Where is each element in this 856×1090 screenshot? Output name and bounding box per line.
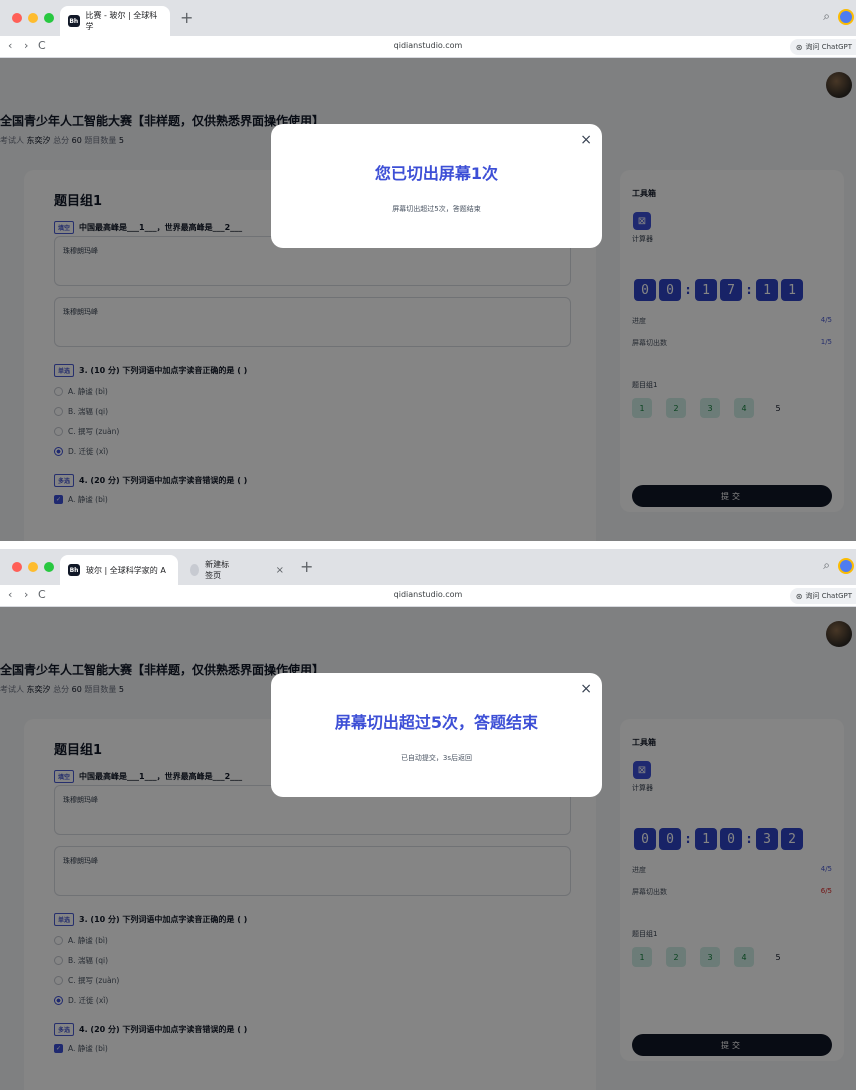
close-icon[interactable]: × — [580, 681, 592, 697]
site-favicon-icon: Bh — [68, 564, 80, 576]
tab-label: 比赛 - 玻尔 | 全球科学 — [85, 11, 158, 31]
modal-title: 您已切出屏幕1次 — [374, 164, 499, 183]
tab-bar: Bh 比赛 - 玻尔 | 全球科学 + ⌕ — [0, 0, 856, 36]
profile-icon[interactable] — [838, 558, 854, 574]
profile-icon[interactable] — [838, 9, 854, 25]
url-text[interactable]: qidianstudio.com — [0, 590, 856, 599]
modal-message: 屏幕切出超过5次，答题结束 — [392, 205, 481, 213]
screenshot-1: Bh 比赛 - 玻尔 | 全球科学 + ⌕ ‹ › C qidianstudio… — [0, 0, 856, 541]
url-text[interactable]: qidianstudio.com — [0, 41, 856, 50]
close-icon[interactable]: × — [580, 132, 592, 148]
site-favicon-icon: Bh — [68, 15, 80, 27]
ask-chatgpt-label: 询问 ChatGPT — [805, 43, 852, 51]
new-tab-button[interactable]: + — [300, 557, 313, 576]
close-tab-icon[interactable]: × — [276, 565, 284, 576]
new-tab-button[interactable]: + — [180, 8, 193, 27]
minimize-window-button[interactable] — [28, 13, 38, 23]
screenshot-2: Bh 玻尔 | 全球科学家的 A 新建标签页 × + ⌕ ‹ › C qidia… — [0, 549, 856, 1090]
chatgpt-icon: ⊛ — [795, 591, 803, 601]
exam-ended-modal: × 屏幕切出超过5次，答题结束 已自动提交，3s后返回 — [271, 673, 602, 797]
search-icon[interactable]: ⌕ — [823, 9, 830, 24]
ask-chatgpt-button[interactable]: ⊛ 询问 ChatGPT — [789, 588, 856, 604]
tab-active[interactable]: Bh 比赛 - 玻尔 | 全球科学 — [60, 6, 170, 36]
new-tab-favicon-icon — [190, 564, 200, 576]
modal-title: 屏幕切出超过5次，答题结束 — [334, 713, 539, 732]
address-bar: ‹ › C qidianstudio.com ⊛ 询问 ChatGPT — [0, 36, 856, 58]
chatgpt-icon: ⊛ — [795, 42, 803, 52]
tab-new-tab-page[interactable]: 新建标签页 × — [182, 555, 292, 585]
tab-bar: Bh 玻尔 | 全球科学家的 A 新建标签页 × + ⌕ — [0, 549, 856, 585]
switch-warning-modal: × 您已切出屏幕1次 屏幕切出超过5次，答题结束 — [271, 124, 602, 248]
modal-message: 已自动提交，3s后返回 — [400, 754, 473, 762]
maximize-window-button[interactable] — [44, 13, 54, 23]
close-window-button[interactable] — [12, 562, 22, 572]
close-window-button[interactable] — [12, 13, 22, 23]
tab-label: 新建标签页 — [205, 560, 230, 580]
ask-chatgpt-label: 询问 ChatGPT — [805, 592, 852, 600]
minimize-window-button[interactable] — [28, 562, 38, 572]
tab-active[interactable]: Bh 玻尔 | 全球科学家的 A — [60, 555, 178, 585]
tab-label: 玻尔 | 全球科学家的 A — [86, 565, 166, 575]
ask-chatgpt-button[interactable]: ⊛ 询问 ChatGPT — [789, 39, 856, 55]
maximize-window-button[interactable] — [44, 562, 54, 572]
search-icon[interactable]: ⌕ — [823, 558, 830, 573]
address-bar: ‹ › C qidianstudio.com ⊛ 询问 ChatGPT — [0, 585, 856, 607]
